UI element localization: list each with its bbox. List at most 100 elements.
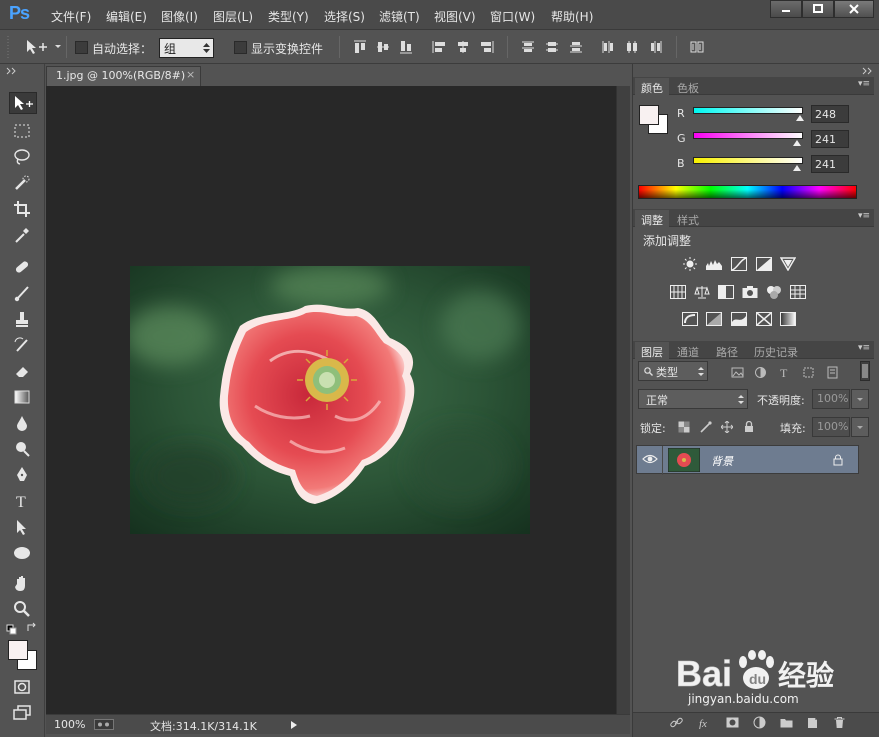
lasso-tool[interactable] xyxy=(10,146,34,168)
show-transform-checkbox[interactable] xyxy=(234,41,247,54)
exposure-icon[interactable] xyxy=(756,257,772,271)
filter-shape-icon[interactable] xyxy=(802,366,815,379)
menu-type[interactable]: 类型(Y) xyxy=(268,8,309,25)
filter-toggle-switch[interactable] xyxy=(860,361,870,381)
default-colors-icon[interactable] xyxy=(6,624,18,636)
new-layer-icon[interactable] xyxy=(806,716,819,729)
layer-filter-dropdown[interactable]: 类型 xyxy=(638,361,708,381)
menu-edit[interactable]: 编辑(E) xyxy=(106,8,147,25)
vibrance-icon[interactable] xyxy=(780,257,796,271)
marquee-tool[interactable] xyxy=(10,120,34,142)
lock-all-icon[interactable] xyxy=(743,421,755,433)
channel-g-value[interactable]: 241 xyxy=(811,130,849,148)
channel-b-thumb[interactable] xyxy=(792,165,801,171)
black-white-icon[interactable] xyxy=(718,285,734,299)
menu-filter[interactable]: 滤镜(T) xyxy=(379,8,420,25)
screen-mode-button[interactable] xyxy=(10,702,34,724)
link-layers-icon[interactable] xyxy=(670,716,683,729)
distribute-right-icon[interactable] xyxy=(649,40,663,54)
align-bottom-icon[interactable] xyxy=(399,40,413,54)
gradient-map-icon[interactable] xyxy=(780,312,796,326)
type-tool[interactable]: T xyxy=(10,490,34,512)
layers-panel-menu-icon[interactable]: ▾≡ xyxy=(858,343,870,353)
history-brush-tool[interactable] xyxy=(10,334,34,356)
menu-window[interactable]: 窗口(W) xyxy=(490,8,535,25)
tab-color[interactable]: 颜色 xyxy=(635,78,669,95)
invert-icon[interactable] xyxy=(682,312,698,326)
channel-g-thumb[interactable] xyxy=(792,140,801,146)
document-tab[interactable]: 1.jpg @ 100%(RGB/8#) xyxy=(46,66,201,86)
panel-foreground-swatch[interactable] xyxy=(639,105,659,125)
foreground-color-swatch[interactable] xyxy=(8,640,28,660)
canvas-vertical-scrollbar[interactable] xyxy=(616,86,630,714)
fill-dropdown-button[interactable] xyxy=(851,417,869,437)
channel-b-value[interactable]: 241 xyxy=(811,155,849,173)
filter-smart-object-icon[interactable] xyxy=(826,366,839,379)
layer-name[interactable]: 背景 xyxy=(711,453,733,469)
swap-colors-icon[interactable] xyxy=(26,622,38,634)
align-right-icon[interactable] xyxy=(480,40,494,54)
lock-position-icon[interactable] xyxy=(721,421,733,433)
color-panel-menu-icon[interactable]: ▾≡ xyxy=(858,79,870,89)
color-spectrum-bar[interactable] xyxy=(638,185,857,199)
eraser-tool[interactable] xyxy=(10,360,34,382)
dodge-tool[interactable] xyxy=(10,438,34,460)
brightness-contrast-icon[interactable] xyxy=(682,257,698,271)
menu-view[interactable]: 视图(V) xyxy=(434,8,476,25)
distribute-top-icon[interactable] xyxy=(521,40,535,54)
tab-swatches[interactable]: 色板 xyxy=(671,78,705,95)
layer-style-fx-icon[interactable]: fx xyxy=(699,716,712,729)
pen-tool[interactable] xyxy=(10,464,34,486)
blend-mode-dropdown[interactable]: 正常 xyxy=(638,389,748,409)
hue-saturation-icon[interactable] xyxy=(670,285,686,299)
zoom-level[interactable]: 100% xyxy=(54,718,85,731)
gradient-tool[interactable] xyxy=(10,386,34,408)
status-info-icon[interactable] xyxy=(94,719,114,730)
menu-layer[interactable]: 图层(L) xyxy=(213,8,253,25)
minimize-button[interactable] xyxy=(770,0,802,18)
threshold-icon[interactable] xyxy=(731,312,747,326)
clone-stamp-tool[interactable] xyxy=(10,308,34,330)
eye-visibility-icon[interactable] xyxy=(642,453,658,465)
healing-brush-tool[interactable] xyxy=(10,256,34,278)
blur-tool[interactable] xyxy=(10,412,34,434)
move-tool[interactable] xyxy=(9,92,37,114)
align-left-icon[interactable] xyxy=(432,40,446,54)
add-mask-icon[interactable] xyxy=(726,716,739,729)
delete-layer-icon[interactable] xyxy=(833,716,846,729)
channel-g-slider[interactable] xyxy=(693,132,803,139)
distribute-vertical-center-icon[interactable] xyxy=(545,40,559,54)
new-adjustment-layer-icon[interactable] xyxy=(753,716,766,729)
distribute-bottom-icon[interactable] xyxy=(569,40,583,54)
layer-row-background[interactable]: 背景 xyxy=(636,445,859,475)
distribute-horizontal-center-icon[interactable] xyxy=(625,40,639,54)
move-tool-preset-icon[interactable] xyxy=(25,39,63,55)
align-top-icon[interactable] xyxy=(353,40,367,54)
hand-tool[interactable] xyxy=(10,572,34,594)
tab-layers[interactable]: 图层 xyxy=(635,342,669,359)
filter-type-icon[interactable]: T xyxy=(778,366,791,379)
menu-select[interactable]: 选择(S) xyxy=(324,8,365,25)
document-close-button[interactable]: × xyxy=(186,68,195,81)
opacity-dropdown-button[interactable] xyxy=(851,389,869,409)
quick-selection-tool[interactable] xyxy=(10,172,34,194)
ellipse-tool[interactable] xyxy=(10,542,34,564)
color-balance-icon[interactable] xyxy=(694,285,710,299)
photo-filter-icon[interactable] xyxy=(742,285,758,299)
auto-select-dropdown[interactable]: 组 xyxy=(159,38,214,58)
distribute-left-icon[interactable] xyxy=(601,40,615,54)
lock-image-pixels-icon[interactable] xyxy=(700,421,712,433)
tab-styles[interactable]: 样式 xyxy=(671,210,705,227)
tab-channels[interactable]: 通道 xyxy=(671,342,705,359)
menu-file[interactable]: 文件(F) xyxy=(51,8,91,25)
maximize-button[interactable] xyxy=(802,0,834,18)
posterize-icon[interactable] xyxy=(706,312,722,326)
align-vertical-center-icon[interactable] xyxy=(376,40,390,54)
channel-r-value[interactable]: 248 xyxy=(811,105,849,123)
tab-history[interactable]: 历史记录 xyxy=(748,342,804,359)
channel-mixer-icon[interactable] xyxy=(766,285,782,299)
close-button[interactable] xyxy=(834,0,874,18)
channel-r-thumb[interactable] xyxy=(796,115,805,121)
crop-tool[interactable] xyxy=(10,198,34,220)
document-image-poppy[interactable] xyxy=(130,266,530,534)
